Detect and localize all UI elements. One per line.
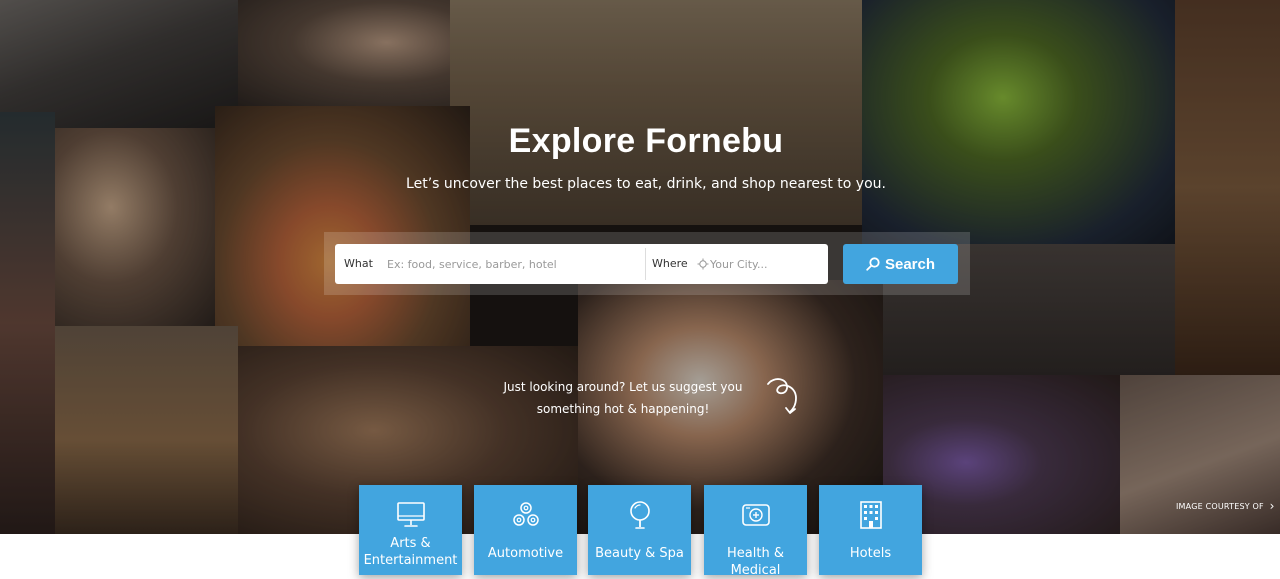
category-beauty-spa[interactable]: Beauty & Spa bbox=[588, 485, 691, 575]
category-label-line-2: Entertainment bbox=[363, 553, 458, 568]
mirror-icon bbox=[630, 501, 650, 529]
locate-icon[interactable] bbox=[697, 258, 709, 270]
category-health-medical[interactable]: Health & Medical bbox=[704, 485, 807, 578]
category-label: Health & Medical bbox=[727, 546, 784, 578]
search-button-label: Search bbox=[884, 255, 936, 273]
monitor-icon bbox=[397, 502, 425, 527]
category-label: Hotels bbox=[849, 546, 892, 561]
what-label: What bbox=[344, 257, 373, 270]
category-label: Arts & Entertainment bbox=[359, 535, 462, 569]
hotel-building-icon bbox=[860, 501, 882, 529]
credit-next-arrow[interactable]: › bbox=[1266, 498, 1278, 514]
where-label: Where bbox=[652, 257, 688, 270]
gears-icon bbox=[513, 502, 539, 526]
category-label: Automotive bbox=[487, 546, 564, 561]
search-divider bbox=[645, 248, 646, 280]
suggest-text: Just looking around? Let us suggest you … bbox=[488, 376, 758, 420]
medical-device-icon bbox=[742, 504, 770, 526]
suggest-line-1: Just looking around? Let us suggest you bbox=[503, 380, 743, 394]
swirl-arrow-icon[interactable] bbox=[760, 372, 808, 420]
what-input[interactable] bbox=[387, 254, 642, 274]
page-subtitle: Let’s uncover the best places to eat, dr… bbox=[406, 176, 886, 192]
hero-section: Explore Fornebu Let’s uncover the best p… bbox=[0, 0, 1280, 534]
category-automotive[interactable]: Automotive bbox=[474, 485, 577, 575]
suggest-line-2: something hot & happening! bbox=[536, 402, 710, 416]
category-label: Beauty & Spa bbox=[595, 546, 684, 561]
search-button[interactable]: Search bbox=[843, 244, 958, 284]
category-hotels[interactable]: Hotels bbox=[819, 485, 922, 575]
search-icon bbox=[866, 257, 880, 271]
page-title: Explore Fornebu bbox=[508, 122, 784, 160]
image-credit: IMAGE COURTESY OF bbox=[1176, 502, 1264, 511]
category-arts-entertainment[interactable]: Arts & Entertainment bbox=[359, 485, 462, 575]
category-label-line-1: Arts & bbox=[390, 536, 431, 551]
search-bar: What Where bbox=[335, 244, 828, 284]
where-input[interactable] bbox=[710, 254, 825, 274]
